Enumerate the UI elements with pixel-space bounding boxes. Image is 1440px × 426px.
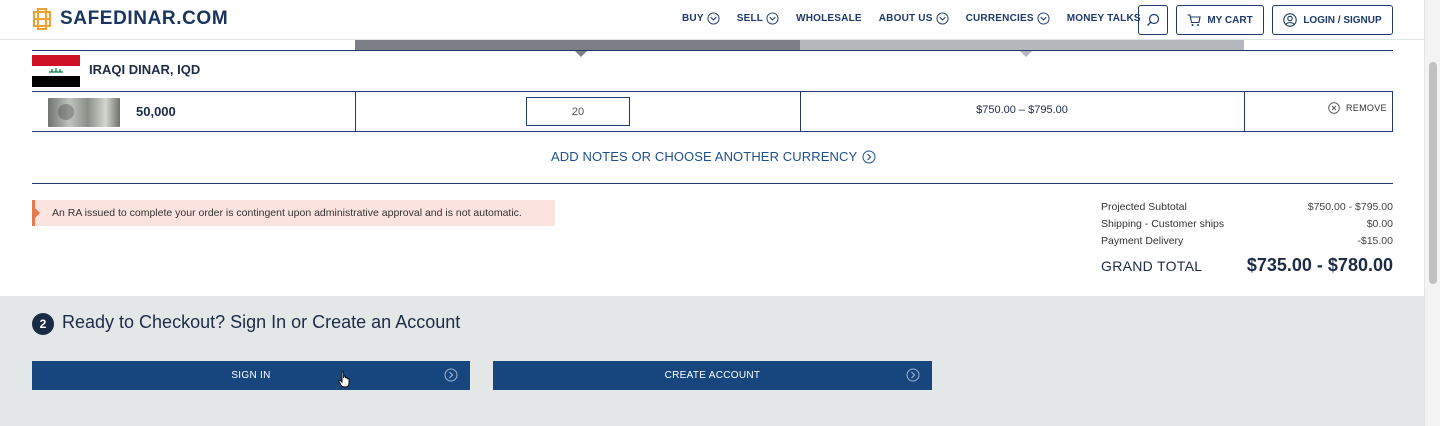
shipping-value: $0.00: [1366, 218, 1393, 230]
chevron-down-icon: [707, 12, 720, 25]
banknote-image: [48, 98, 120, 127]
denomination: 50,000: [136, 104, 176, 119]
divider: [32, 91, 1393, 92]
column-header-quantity: [355, 40, 800, 50]
divider: [32, 50, 1393, 51]
order-totals: Projected Subtotal $750.00 - $795.00 Shi…: [1101, 201, 1393, 252]
user-icon: [1283, 13, 1298, 27]
sign-in-button[interactable]: SIGN IN: [32, 361, 470, 390]
cart-button[interactable]: MY CART: [1176, 5, 1264, 35]
create-account-label: CREATE ACCOUNT: [664, 370, 761, 381]
column-header-notch: [574, 50, 588, 57]
column-header-price: [800, 40, 1244, 50]
chevron-right-icon: [906, 368, 920, 382]
chevron-down-icon: [1037, 12, 1050, 25]
login-label: LOGIN / SIGNUP: [1303, 14, 1382, 26]
column-header-notch: [1019, 50, 1033, 57]
nav-buy-label: BUY: [682, 13, 704, 24]
ra-notice-text: An RA issued to complete your order is c…: [52, 207, 522, 219]
scrollbar-thumb[interactable]: [1429, 62, 1437, 284]
shipping-row: Shipping - Customer ships $0.00: [1101, 218, 1393, 235]
payment-delivery-row: Payment Delivery -$15.00: [1101, 235, 1393, 252]
grand-total-value: $735.00 - $780.00: [1246, 255, 1393, 275]
checkout-section: 2 Ready to Checkout? Sign In or Create a…: [0, 296, 1424, 426]
logo[interactable]: SAFEDINAR.COM: [32, 8, 228, 30]
grand-total-label: GRAND TOTAL: [1101, 258, 1203, 274]
divider: [355, 91, 356, 132]
chevron-down-icon: [766, 12, 779, 25]
ra-notice: An RA issued to complete your order is c…: [32, 200, 555, 226]
remove-button[interactable]: REMOVE: [1328, 102, 1387, 114]
login-signup-button[interactable]: LOGIN / SIGNUP: [1272, 5, 1393, 35]
close-icon: [1328, 102, 1340, 114]
shipping-label: Shipping - Customer ships: [1101, 218, 1225, 230]
cart-icon: [1187, 13, 1201, 26]
nav-currencies[interactable]: CURRENCIES: [966, 12, 1050, 25]
nav-sell[interactable]: SELL: [737, 12, 779, 25]
search-button[interactable]: [1138, 5, 1168, 35]
nav-money-talks[interactable]: MONEY TALKS: [1067, 13, 1141, 24]
nav-currencies-label: CURRENCIES: [965, 13, 1034, 24]
nav-buy[interactable]: BUY: [682, 12, 720, 25]
grand-total: GRAND TOTAL $735.00 - $780.00: [1101, 255, 1393, 276]
remove-label: REMOVE: [1346, 103, 1387, 113]
currency-name: IRAQI DINAR, IQD: [89, 62, 201, 77]
step-badge: 2: [32, 313, 54, 335]
nav-wholesale-label: WHOLESALE: [796, 13, 862, 24]
chevron-right-icon: [444, 368, 458, 382]
divider: [1392, 91, 1393, 132]
quantity-input[interactable]: [526, 97, 630, 126]
hand-cursor-icon: [338, 371, 350, 388]
page-scrollbar[interactable]: [1424, 0, 1440, 426]
nav-wholesale[interactable]: WHOLESALE: [796, 13, 862, 24]
nav-about-us-label: ABOUT US: [878, 13, 933, 24]
logo-mark-icon: [33, 8, 51, 30]
subtotal-value: $750.00 - $795.00: [1307, 201, 1393, 213]
add-notes-link[interactable]: ADD NOTES OR CHOOSE ANOTHER CURRENCY: [551, 149, 876, 164]
chevron-down-icon: [936, 12, 949, 25]
divider: [32, 131, 1393, 132]
subtotal-label: Projected Subtotal: [1101, 201, 1187, 213]
checkout-title: Ready to Checkout? Sign In or Create an …: [62, 312, 461, 332]
payment-delivery-label: Payment Delivery: [1101, 235, 1184, 247]
search-icon: [1147, 13, 1160, 26]
subtotal-row: Projected Subtotal $750.00 - $795.00: [1101, 201, 1393, 218]
cart-label: MY CART: [1207, 14, 1253, 26]
nav-about-us[interactable]: ABOUT US: [879, 12, 949, 25]
nav-money-talks-label: MONEY TALKS: [1066, 13, 1141, 24]
divider: [32, 183, 1393, 184]
create-account-button[interactable]: CREATE ACCOUNT: [493, 361, 932, 390]
main-nav: BUY SELL WHOLESALE ABOUT US CURRENCIES M…: [682, 12, 1158, 25]
price-range: $750.00 – $795.00: [976, 104, 1068, 116]
iraq-flag-icon: [32, 55, 80, 87]
nav-sell-label: SELL: [736, 13, 764, 24]
divider: [1244, 91, 1245, 132]
sign-in-label: SIGN IN: [231, 370, 271, 381]
site-header: SAFEDINAR.COM BUY SELL WHOLESALE ABOUT U…: [0, 0, 1424, 40]
add-notes-label: ADD NOTES OR CHOOSE ANOTHER CURRENCY: [551, 149, 858, 164]
chevron-right-icon: [862, 150, 876, 163]
payment-delivery-value: -$15.00: [1357, 235, 1393, 247]
logo-text: SAFEDINAR.COM: [60, 8, 229, 29]
